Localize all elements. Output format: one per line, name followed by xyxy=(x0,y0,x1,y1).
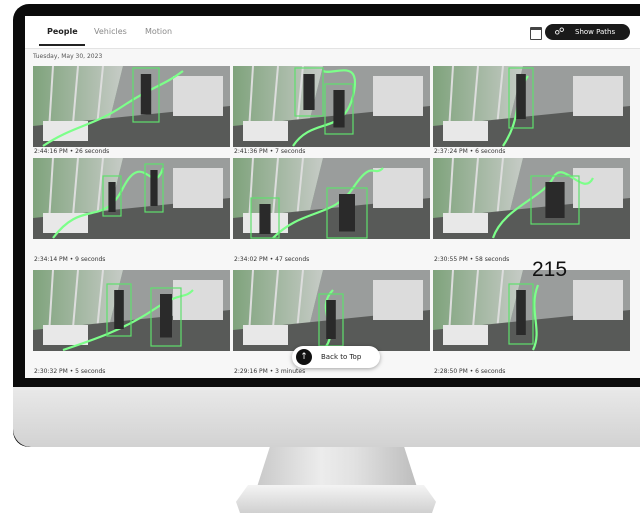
monitor-stand-base xyxy=(236,485,436,513)
active-tab-indicator xyxy=(39,44,85,46)
clip-caption: 2:30:32 PM • 5 seconds xyxy=(34,368,106,375)
camera-frame xyxy=(33,270,230,351)
show-paths-label: Show Paths xyxy=(575,28,616,36)
app-screen: People Vehicles Motion Show Paths Tuesda… xyxy=(25,16,640,378)
tab-vehicles[interactable]: Vehicles xyxy=(94,27,127,36)
paths-icon xyxy=(555,27,564,35)
camera-frame xyxy=(233,270,430,351)
clip-thumbnail[interactable] xyxy=(433,158,630,239)
camera-frame xyxy=(233,158,430,239)
camera-frame xyxy=(33,66,230,147)
clip-caption: 2:44:16 PM • 26 seconds xyxy=(34,148,110,155)
clip-thumbnail[interactable] xyxy=(433,66,630,147)
back-to-top-label: Back to Top xyxy=(321,353,362,361)
clip-thumbnail[interactable] xyxy=(233,270,430,351)
show-paths-button[interactable]: Show Paths xyxy=(545,24,630,40)
clip-caption: 2:28:50 PM • 6 seconds xyxy=(434,368,506,375)
clip-thumbnail[interactable] xyxy=(33,270,230,351)
clip-caption: 2:37:24 PM • 6 seconds xyxy=(434,148,506,155)
camera-frame xyxy=(33,158,230,239)
camera-frame xyxy=(433,270,630,351)
calendar-icon[interactable] xyxy=(530,27,542,40)
clip-caption: 2:30:55 PM • 58 seconds xyxy=(434,256,510,263)
monitor-stand-neck xyxy=(257,447,417,487)
tab-people[interactable]: People xyxy=(47,27,78,36)
top-bar: People Vehicles Motion Show Paths xyxy=(25,16,640,49)
clip-caption: 2:41:36 PM • 7 seconds xyxy=(234,148,306,155)
tab-motion[interactable]: Motion xyxy=(145,27,172,36)
camera-frame xyxy=(433,66,630,147)
camera-frame xyxy=(233,66,430,147)
back-to-top-button[interactable]: ↑ Back to Top xyxy=(292,346,380,368)
clip-thumbnail[interactable] xyxy=(33,158,230,239)
overlay-number: 215 xyxy=(532,258,568,281)
monitor-chin xyxy=(13,387,640,447)
clip-caption: 2:29:16 PM • 3 minutes xyxy=(234,368,306,375)
clip-thumbnail[interactable] xyxy=(433,270,630,351)
clip-thumbnail[interactable] xyxy=(233,66,430,147)
arrow-up-icon: ↑ xyxy=(296,349,312,365)
clip-thumbnail[interactable] xyxy=(33,66,230,147)
clip-caption: 2:34:02 PM • 47 seconds xyxy=(234,256,310,263)
date-heading: Tuesday, May 30, 2023 xyxy=(33,53,103,60)
camera-frame xyxy=(433,158,630,239)
clip-thumbnail[interactable] xyxy=(233,158,430,239)
clip-caption: 2:34:14 PM • 9 seconds xyxy=(34,256,106,263)
